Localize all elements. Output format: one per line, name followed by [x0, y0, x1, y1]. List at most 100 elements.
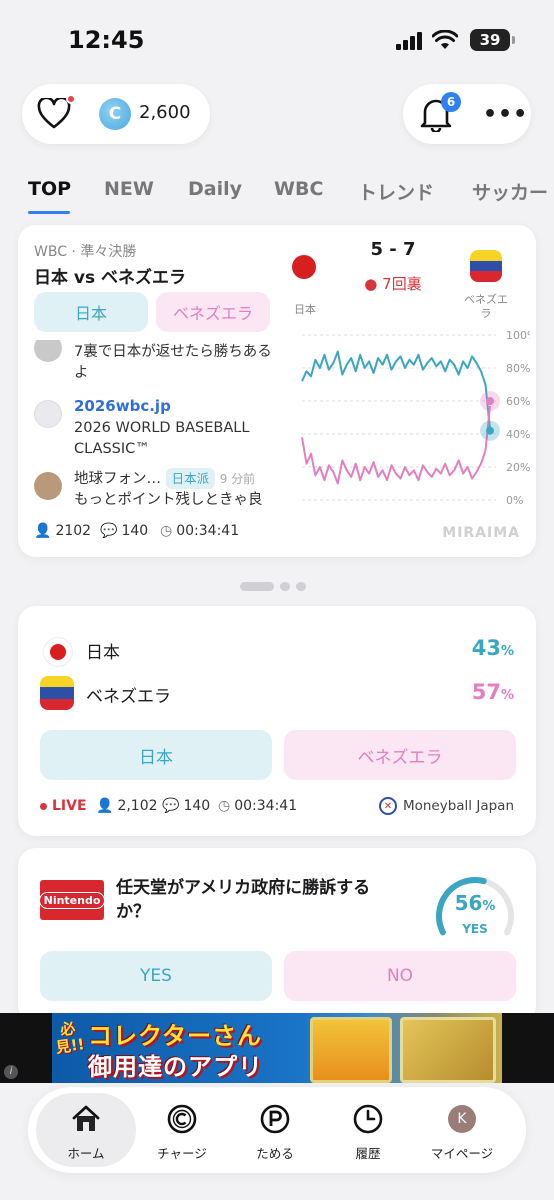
- inning: ● 7回裏: [364, 275, 422, 293]
- status-time: 12:45: [68, 26, 145, 54]
- comment-count: 💬 140: [162, 798, 211, 814]
- ad-card-image: [310, 1017, 392, 1083]
- more-menu-icon[interactable]: •••: [483, 102, 528, 127]
- nav-charge[interactable]: チャージ: [132, 1093, 232, 1167]
- end-marker-japan: [486, 426, 494, 435]
- match-subtitle: WBC · 準々決勝: [34, 244, 137, 260]
- nav-history[interactable]: 履歴: [318, 1093, 418, 1167]
- comment-text: 7裏で日本が返せたら勝ちあるよ: [74, 344, 272, 381]
- provider[interactable]: ✕ Moneyball Japan: [378, 797, 514, 815]
- nav-earn[interactable]: ためる: [225, 1093, 325, 1167]
- elapsed-time: ◷ 00:34:41: [160, 523, 240, 539]
- home-icon: [72, 1105, 100, 1131]
- header-left-pill: C 2,600: [22, 84, 210, 144]
- team-a-label: 日本: [294, 303, 316, 316]
- clock-icon: ◷: [160, 523, 173, 539]
- avatar: [34, 472, 62, 500]
- comment-text: 2026 WORLD BASEBALL CLASSIC™: [74, 420, 250, 457]
- comment-count: 💬 140: [100, 523, 149, 539]
- pagination-dot-active[interactable]: [240, 582, 274, 591]
- venezuela-flag-icon: [470, 250, 502, 282]
- comment-feed[interactable]: 7裏で日本が返せたら勝ちあるよ 2026wbc.jp 2026 WORLD BA…: [34, 340, 284, 515]
- no-button[interactable]: NO: [284, 951, 516, 1001]
- yes-percent: 56%: [454, 891, 496, 915]
- signal-icon: [396, 32, 422, 50]
- vote-japan-button[interactable]: 日本: [34, 292, 148, 332]
- win-probability-chart[interactable]: 100% 80% 60% 40% 20% 0%: [280, 330, 530, 510]
- avatar: [34, 340, 62, 362]
- live-indicator: LIVE: [40, 798, 87, 814]
- source-link[interactable]: 2026wbc.jp: [74, 397, 171, 415]
- japan-flag-icon: [292, 255, 316, 279]
- vote-card: 日本 43% ベネズエラ 57% 日本 ベネズエラ LIVE 👤 2,102 💬 1…: [18, 606, 536, 836]
- header-right-pill: 6 •••: [403, 84, 531, 144]
- history-icon: [353, 1104, 383, 1134]
- battery-indicator: 39: [470, 29, 515, 51]
- comment-user: 地球フォン…: [74, 471, 161, 487]
- vote-venezuela-button[interactable]: ベネズエラ: [156, 292, 270, 332]
- nintendo-logo: Nintendo: [38, 880, 106, 920]
- y-tick-label: 40%: [506, 428, 530, 441]
- y-tick-label: 100%: [506, 330, 530, 342]
- ad-headline: コレクターさん: [88, 1022, 263, 1050]
- bottom-nav: ホーム チャージ ためる 履歴 K マイページ: [28, 1087, 526, 1173]
- profile-icon: K: [448, 1105, 476, 1133]
- y-tick-label: 20%: [506, 461, 530, 474]
- end-marker-venezuela: [486, 397, 494, 405]
- comment-icon: 💬: [162, 798, 180, 814]
- question-title: 任天堂がアメリカ政府に勝訴するか？: [116, 878, 371, 922]
- match-title: 日本 vs ベネズエラ: [34, 268, 187, 288]
- nav-mypage[interactable]: K マイページ: [412, 1093, 512, 1167]
- venezuela-flag-icon: [40, 676, 74, 710]
- carousel-pagination[interactable]: [240, 576, 312, 595]
- status-bar: 12:45 39: [0, 0, 554, 80]
- participant-count: 👤 2102: [34, 523, 92, 539]
- question-card: Nintendo 任天堂がアメリカ政府に勝訴するか？ 56% YES YES N…: [18, 848, 536, 1023]
- coin-balance[interactable]: 2,600: [139, 102, 191, 123]
- team-a-percent: 43%: [471, 636, 514, 660]
- clock-icon: ◷: [218, 798, 231, 814]
- ad-must-see: 必見!!: [54, 1019, 86, 1057]
- tab-soccer[interactable]: サッカー: [472, 178, 548, 205]
- y-tick-label: 0%: [506, 494, 523, 507]
- gauge-label: YES: [462, 922, 488, 936]
- tab-top[interactable]: TOP: [28, 178, 71, 200]
- user-icon: 👤: [34, 523, 52, 539]
- y-tick-label: 60%: [506, 395, 530, 408]
- team-b-label: ベネズエラ: [464, 293, 508, 320]
- active-tab-indicator: [28, 211, 70, 214]
- ad-banner[interactable]: 必見!! コレクターさん 御用達のアプリ i: [0, 1013, 554, 1083]
- vote-venezuela-button[interactable]: ベネズエラ: [284, 730, 516, 780]
- comment-text: もっとポイント残しときゃ良: [74, 492, 263, 508]
- elapsed-time: ◷ 00:34:41: [218, 798, 298, 814]
- tab-new[interactable]: NEW: [104, 178, 154, 200]
- avatar: [34, 400, 62, 428]
- ad-info-icon[interactable]: i: [4, 1065, 18, 1079]
- match-card[interactable]: WBC · 準々決勝 日本 vs ベネズエラ 日本 ベネズエラ 7裏で日本が返せ…: [18, 225, 536, 557]
- tab-trend[interactable]: トレンド: [358, 178, 434, 205]
- tab-daily[interactable]: Daily: [188, 178, 242, 200]
- series-line-venezuela: [301, 405, 491, 485]
- team-a-name: 日本: [86, 643, 120, 663]
- yes-button[interactable]: YES: [40, 951, 272, 1001]
- pagination-dot[interactable]: [296, 582, 306, 591]
- participant-count: 👤 2,102: [96, 798, 158, 814]
- bottom-nav-area: ホーム チャージ ためる 履歴 K マイページ: [0, 1083, 554, 1200]
- ad-card-image: [400, 1017, 496, 1083]
- coin-icon[interactable]: C: [99, 98, 131, 130]
- vote-japan-button[interactable]: 日本: [40, 730, 272, 780]
- pagination-dot[interactable]: [280, 582, 290, 591]
- comment-icon: 💬: [100, 523, 118, 539]
- user-icon: 👤: [96, 798, 114, 814]
- wifi-icon: [432, 30, 458, 49]
- ad-subheadline: 御用達のアプリ: [88, 1053, 263, 1081]
- series-line-japan: [301, 350, 491, 430]
- team-b-name: ベネズエラ: [86, 687, 171, 707]
- provider-logo-icon: ✕: [378, 797, 397, 815]
- points-icon: [260, 1104, 290, 1134]
- heart-icon[interactable]: [37, 98, 71, 130]
- nav-home[interactable]: ホーム: [36, 1093, 136, 1167]
- tab-wbc[interactable]: WBC: [274, 178, 323, 200]
- japan-flag-icon: [44, 638, 72, 666]
- category-tabs: TOP NEW Daily WBC トレンド サッカー: [0, 170, 554, 220]
